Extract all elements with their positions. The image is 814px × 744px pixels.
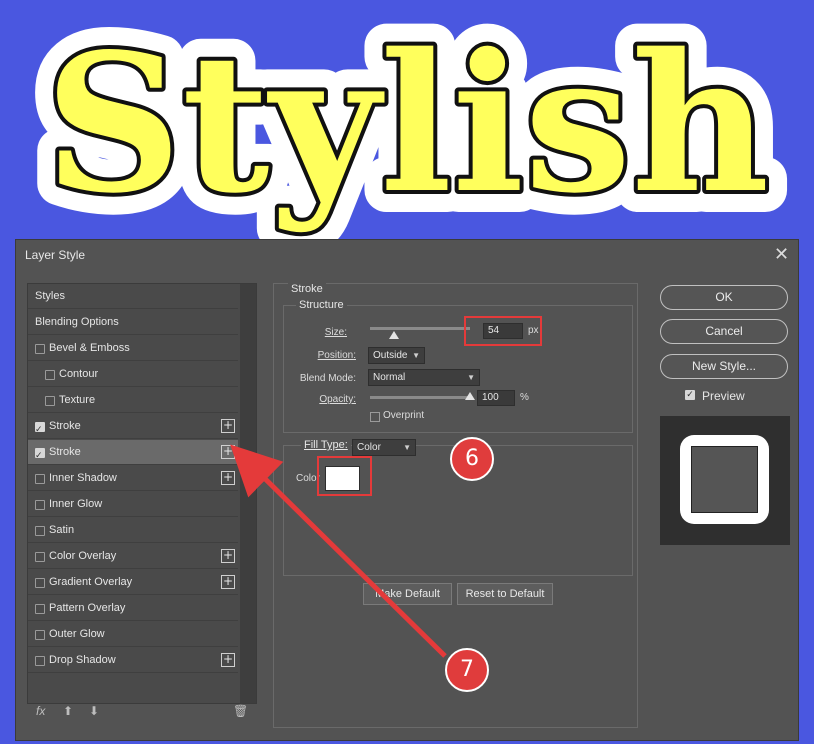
arrow-annotation — [230, 444, 447, 658]
arrow-line — [230, 444, 447, 658]
